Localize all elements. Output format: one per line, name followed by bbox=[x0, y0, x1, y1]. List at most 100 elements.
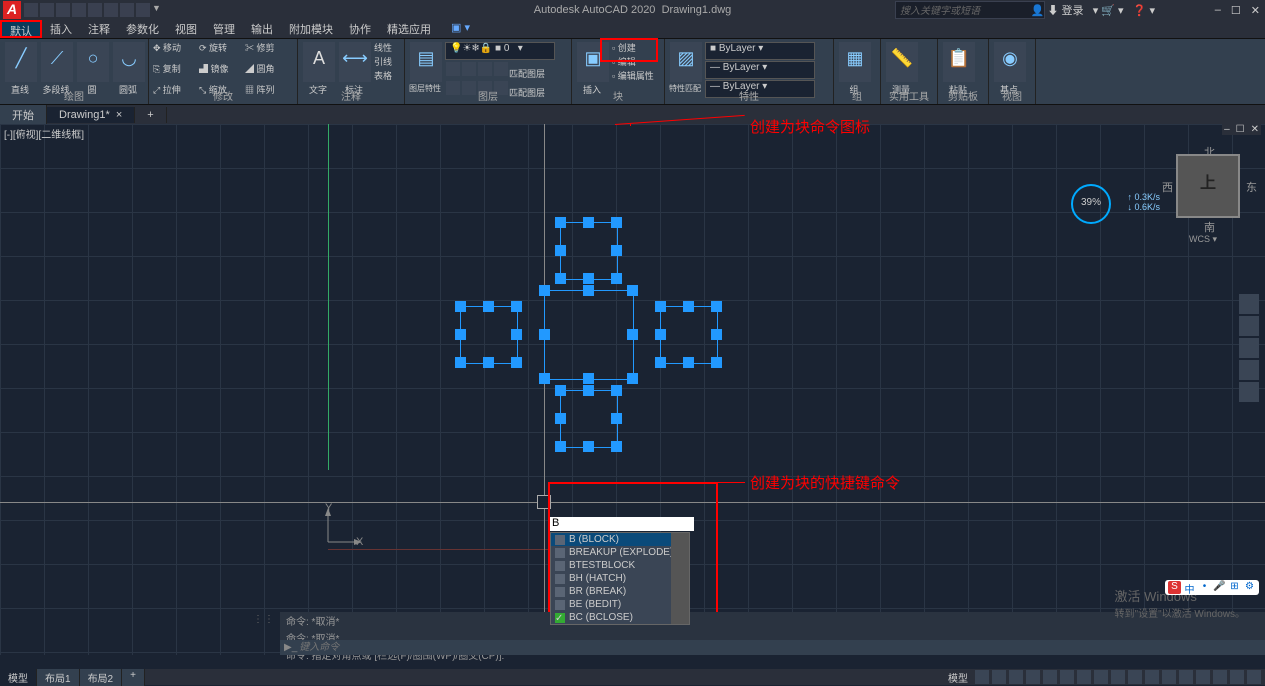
selection-grip[interactable] bbox=[583, 273, 594, 284]
selection-grip[interactable] bbox=[455, 357, 466, 368]
autocomplete-item[interactable]: B (BLOCK) bbox=[551, 533, 689, 546]
selection-grip[interactable] bbox=[655, 357, 666, 368]
selection-grip[interactable] bbox=[539, 373, 550, 384]
autocomplete-item[interactable]: BR (BREAK) bbox=[551, 585, 689, 598]
quick-access-toolbar[interactable]: ▼ bbox=[24, 3, 166, 17]
selection-grip[interactable] bbox=[627, 373, 638, 384]
tab-manage[interactable]: 管理 bbox=[205, 20, 243, 38]
selection-grip[interactable] bbox=[583, 441, 594, 452]
viewport-controls-label[interactable]: [-][俯视][二维线框] bbox=[4, 126, 84, 141]
command-line-input[interactable] bbox=[297, 641, 1261, 654]
selection-grip[interactable] bbox=[555, 217, 566, 228]
selection-grip[interactable] bbox=[683, 357, 694, 368]
selection-grip[interactable] bbox=[455, 301, 466, 312]
group-button[interactable]: ▦ bbox=[839, 42, 871, 82]
selection-grip[interactable] bbox=[611, 217, 622, 228]
tab-collaborate[interactable]: 协作 bbox=[341, 20, 379, 38]
circle-tool[interactable]: ○ bbox=[77, 42, 109, 82]
tab-layout2[interactable]: 布局2 bbox=[80, 669, 123, 686]
selection-grip[interactable] bbox=[655, 301, 666, 312]
selection-grip[interactable] bbox=[555, 385, 566, 396]
dynamic-input[interactable]: B bbox=[550, 517, 694, 531]
line-tool[interactable]: ╱ bbox=[5, 42, 37, 82]
arc-tool[interactable]: ◡ bbox=[113, 42, 145, 82]
selection-grip[interactable] bbox=[611, 273, 622, 284]
selection-grip[interactable] bbox=[583, 385, 594, 396]
autocomplete-item[interactable]: BE (BEDIT) bbox=[551, 598, 689, 611]
minimize-button[interactable]: – bbox=[1215, 4, 1221, 17]
scrollbar[interactable] bbox=[671, 533, 689, 624]
tab-model[interactable]: 模型 bbox=[0, 669, 37, 686]
autocomplete-item[interactable]: BTESTBLOCK bbox=[551, 559, 689, 572]
autocomplete-item[interactable]: BREAKUP (EXPLODE) bbox=[551, 546, 689, 559]
match-properties-button[interactable]: ▨ bbox=[670, 42, 702, 82]
selection-grip[interactable] bbox=[483, 301, 494, 312]
paste-button[interactable]: 📋 bbox=[943, 42, 975, 82]
autocomplete-item[interactable]: ✓BC (BCLOSE) bbox=[551, 611, 689, 624]
orbit-icon[interactable] bbox=[1239, 360, 1259, 380]
window-controls[interactable]: – ☐ ✕ bbox=[1215, 4, 1260, 17]
selection-grip[interactable] bbox=[711, 301, 722, 312]
close-button[interactable]: ✕ bbox=[1251, 4, 1260, 17]
selection-grip[interactable] bbox=[555, 273, 566, 284]
color-dropdown[interactable]: ■ ByLayer ▾ bbox=[705, 42, 815, 60]
selection-grip[interactable] bbox=[583, 373, 594, 384]
tab-layout1[interactable]: 布局1 bbox=[37, 669, 80, 686]
dimension-tool[interactable]: ⟷ bbox=[339, 42, 371, 82]
pan-icon[interactable] bbox=[1239, 316, 1259, 336]
selection-grip[interactable] bbox=[627, 329, 638, 340]
tab-output[interactable]: 输出 bbox=[243, 20, 281, 38]
ime-toolbar[interactable]: S 中 • 🎤 ⊞ ⚙ bbox=[1165, 580, 1259, 595]
layer-properties-button[interactable]: ▤ bbox=[410, 42, 442, 82]
selection-grip[interactable] bbox=[711, 357, 722, 368]
showmotion-icon[interactable] bbox=[1239, 382, 1259, 402]
selection-grip[interactable] bbox=[539, 285, 550, 296]
selection-grip[interactable] bbox=[627, 285, 638, 296]
lineweight-dropdown[interactable]: — ByLayer ▾ bbox=[705, 61, 815, 79]
tab-add-layout[interactable]: + bbox=[122, 669, 145, 686]
app-icon[interactable]: A bbox=[3, 1, 21, 19]
maximize-button[interactable]: ☐ bbox=[1231, 4, 1241, 17]
selection-grip[interactable] bbox=[555, 441, 566, 452]
status-toggles[interactable]: 模型 bbox=[944, 670, 1265, 684]
tab-view[interactable]: 视图 bbox=[167, 20, 205, 38]
selection-grip[interactable] bbox=[611, 385, 622, 396]
tab-annotate[interactable]: 注释 bbox=[80, 20, 118, 38]
selection-grip[interactable] bbox=[511, 301, 522, 312]
wcs-label[interactable]: WCS ▾ bbox=[1189, 234, 1217, 245]
selection-grip[interactable] bbox=[611, 413, 622, 424]
tab-start[interactable]: 开始 bbox=[0, 105, 47, 125]
selection-grip[interactable] bbox=[555, 245, 566, 256]
selection-grip[interactable] bbox=[711, 329, 722, 340]
selection-grip[interactable] bbox=[611, 245, 622, 256]
tab-new[interactable]: + bbox=[135, 107, 166, 123]
selection-grip[interactable] bbox=[511, 357, 522, 368]
tab-default[interactable]: 默认 bbox=[0, 20, 42, 38]
tab-drawing1[interactable]: Drawing1* × bbox=[47, 107, 135, 123]
layout-tabs[interactable]: 模型 布局1 布局2 + bbox=[0, 669, 145, 686]
selection-grip[interactable] bbox=[511, 329, 522, 340]
tab-insert[interactable]: 插入 bbox=[42, 20, 80, 38]
measure-button[interactable]: 📏 bbox=[886, 42, 918, 82]
selection-grip[interactable] bbox=[483, 357, 494, 368]
layer-dropdown[interactable]: 💡☀❄🔒 ■ 0 ▾ bbox=[445, 42, 555, 60]
selection-grip[interactable] bbox=[555, 413, 566, 424]
autocomplete-item[interactable]: BH (HATCH) bbox=[551, 572, 689, 585]
selection-grip[interactable] bbox=[583, 285, 594, 296]
command-autocomplete-list[interactable]: B (BLOCK) BREAKUP (EXPLODE) BTESTBLOCK B… bbox=[550, 532, 690, 625]
polyline-tool[interactable]: ⟋ bbox=[41, 42, 73, 82]
login-button[interactable]: 👤 ⬇ 登录 ▾ 🛒 ▾ ❓ ▾ bbox=[1031, 2, 1155, 18]
tab-parametric[interactable]: 参数化 bbox=[118, 20, 167, 38]
viewport-window-controls[interactable]: – ☐ ✕ bbox=[1222, 124, 1261, 135]
selection-grip[interactable] bbox=[583, 217, 594, 228]
text-tool[interactable]: A bbox=[303, 42, 335, 82]
tab-addins[interactable]: 附加模块 bbox=[281, 20, 341, 38]
basepoint-button[interactable]: ◉ bbox=[994, 42, 1026, 82]
selection-grip[interactable] bbox=[611, 441, 622, 452]
tab-express[interactable]: 精选应用 bbox=[379, 20, 439, 38]
selection-grip[interactable] bbox=[539, 329, 550, 340]
navigation-bar[interactable] bbox=[1239, 294, 1259, 404]
zoom-icon[interactable] bbox=[1239, 338, 1259, 358]
help-search-input[interactable]: 搜入关键字或短语 bbox=[895, 1, 1045, 19]
selection-grip[interactable] bbox=[455, 329, 466, 340]
